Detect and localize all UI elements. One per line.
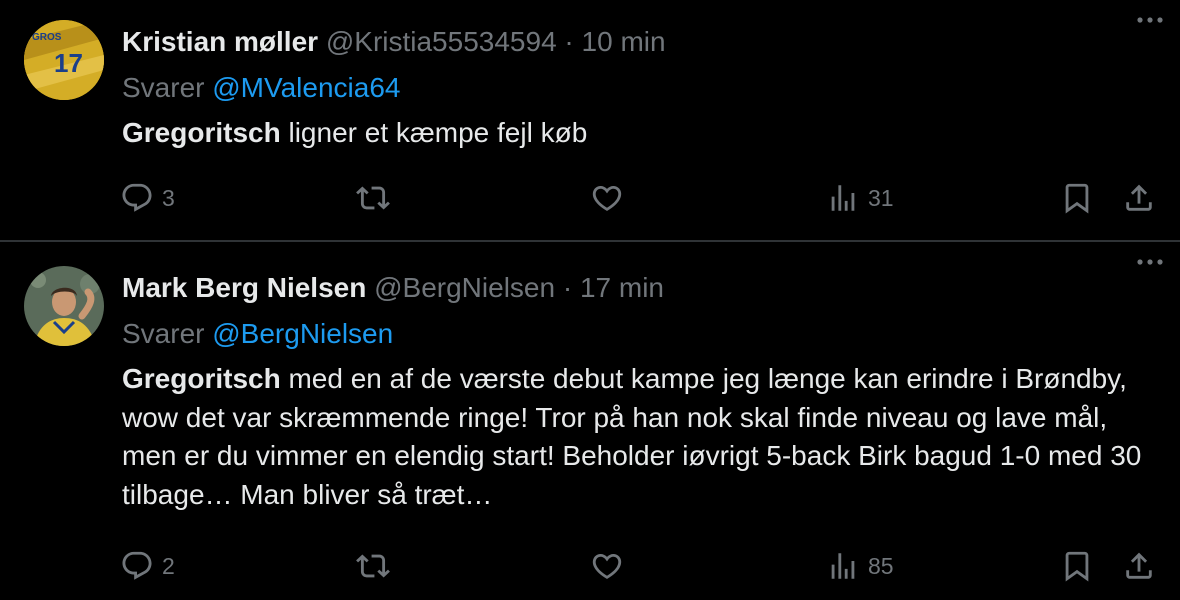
reply-mention-link[interactable]: @MValencia64: [212, 72, 400, 103]
display-name[interactable]: Kristian møller: [122, 26, 318, 57]
share-icon: [1126, 552, 1152, 579]
reply-context: Svarer @BergNielsen: [122, 314, 1156, 354]
share-icon: [1126, 184, 1152, 211]
tweet[interactable]: 17 GROS Kristian møller @Kristia55534594…: [0, 0, 1180, 242]
avatar-player-photo-icon: [24, 266, 104, 346]
display-name[interactable]: Mark Berg Nielsen: [122, 272, 366, 303]
bookmark-icon: [1065, 551, 1089, 582]
tweet-text: Gregoritsch ligner et kæmpe fejl køb: [122, 114, 1162, 153]
reply-context: Svarer @MValencia64: [122, 68, 1156, 108]
bookmark-button[interactable]: [1060, 546, 1094, 586]
retweet-icon: [356, 554, 390, 578]
reply-button[interactable]: 2: [120, 546, 175, 586]
views-count: 85: [868, 552, 894, 579]
timestamp[interactable]: 10 min: [582, 26, 666, 57]
retweet-button[interactable]: [356, 546, 390, 586]
reply-prefix: Svarer: [122, 72, 205, 103]
reply-count: 2: [162, 552, 175, 579]
tweet-text-bold: Gregoritsch: [122, 117, 281, 148]
views-icon: [831, 185, 855, 211]
reply-prefix: Svarer: [122, 318, 205, 349]
share-button[interactable]: [1122, 546, 1156, 586]
tweet-actions: 3 31: [0, 178, 1180, 218]
retweet-button[interactable]: [356, 178, 390, 218]
tweet-header: Kristian møller @Kristia55534594 · 10 mi…: [122, 22, 1156, 62]
retweet-icon: [356, 186, 390, 210]
user-handle[interactable]: @Kristia55534594: [326, 26, 557, 57]
tweet-actions: 2 85: [0, 546, 1180, 586]
bookmark-button[interactable]: [1060, 178, 1094, 218]
views-button[interactable]: 85: [826, 546, 894, 586]
svg-text:17: 17: [54, 48, 83, 78]
avatar-yellow-jersey-icon: 17 GROS: [24, 20, 104, 100]
views-count: 31: [868, 184, 894, 211]
reply-button[interactable]: 3: [120, 178, 175, 218]
tweet-text: Gregoritsch med en af de værste debut ka…: [122, 360, 1162, 514]
reply-icon: [122, 183, 152, 212]
tweet-text-bold: Gregoritsch: [122, 363, 281, 394]
like-icon: [592, 185, 622, 211]
like-button[interactable]: [590, 178, 624, 218]
like-icon: [592, 553, 622, 579]
like-button[interactable]: [590, 546, 624, 586]
bookmark-icon: [1065, 183, 1089, 214]
separator-dot: ·: [564, 26, 574, 57]
views-button[interactable]: 31: [826, 178, 894, 218]
user-handle[interactable]: @BergNielsen: [374, 272, 555, 303]
tweet-text-rest: ligner et kæmpe fejl køb: [280, 117, 588, 148]
reply-count: 3: [162, 184, 175, 211]
timestamp[interactable]: 17 min: [580, 272, 664, 303]
reply-mention-link[interactable]: @BergNielsen: [212, 318, 393, 349]
reply-icon: [122, 551, 152, 580]
avatar[interactable]: [24, 266, 104, 346]
avatar[interactable]: 17 GROS: [24, 20, 104, 100]
more-icon[interactable]: [1134, 250, 1166, 274]
share-button[interactable]: [1122, 178, 1156, 218]
tweet[interactable]: Mark Berg Nielsen @BergNielsen · 17 min …: [0, 242, 1180, 600]
tweet-header: Mark Berg Nielsen @BergNielsen · 17 min: [122, 268, 1156, 308]
svg-text:GROS: GROS: [32, 32, 62, 43]
more-icon[interactable]: [1134, 8, 1166, 32]
views-icon: [831, 553, 855, 579]
separator-dot: ·: [562, 272, 573, 303]
